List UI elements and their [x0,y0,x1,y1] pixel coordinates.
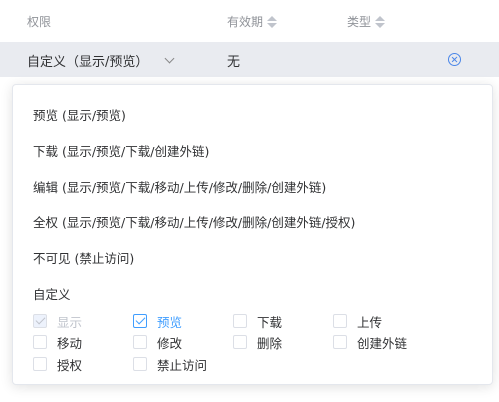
validity-value: 无 [227,55,241,70]
checkbox-no-access[interactable]: 禁止访问 [133,356,208,373]
checkbox-label: 显示 [57,314,83,330]
permission-select-value: 自定义（显示/预览） [27,55,149,70]
column-header-validity[interactable]: 有效期 [227,13,278,30]
option-download[interactable]: 下载 (显示/预览/下载/创建外链) [33,141,209,160]
checkbox-box[interactable] [333,314,347,328]
permission-table: 权限 有效期 类型 自定义（显示/预览） 无 预览 (显示/预览) 下载 (显示… [0,0,499,402]
checkbox-preview[interactable]: 预览 [133,313,183,330]
clear-circle-icon[interactable] [448,53,461,66]
table-row: 自定义（显示/预览） 无 [0,42,499,77]
checkbox-box[interactable] [233,335,247,349]
checkbox-modify[interactable]: 修改 [133,334,183,351]
custom-section-label: 自定义 [33,287,71,302]
checkbox-box[interactable] [233,314,247,328]
checkbox-label: 预览 [157,314,183,330]
column-header-label: 类型 [347,15,372,29]
checkbox-box[interactable] [133,335,147,349]
column-header-label: 权限 [27,15,52,29]
permission-dropdown: 预览 (显示/预览) 下载 (显示/预览/下载/创建外链) 编辑 (显示/预览/… [12,84,493,385]
checkbox-label: 下载 [257,314,283,330]
table-header: 权限 有效期 类型 [0,0,499,42]
option-invisible[interactable]: 不可见 (禁止访问) [33,248,134,267]
checkbox-label: 创建外链 [357,335,408,351]
option-full-access[interactable]: 全权 (显示/预览/下载/移动/上传/修改/删除/创建外链/授权) [33,212,355,231]
checkbox-label: 禁止访问 [157,357,208,373]
checkbox-box[interactable] [133,314,147,328]
option-edit[interactable]: 编辑 (显示/预览/下载/移动/上传/修改/删除/创建外链) [33,177,326,196]
sort-icon[interactable] [375,15,386,28]
column-header-type[interactable]: 类型 [347,13,386,30]
checkbox-move[interactable]: 移动 [33,334,83,351]
sort-icon[interactable] [267,15,278,28]
checkbox-label: 移动 [57,335,83,351]
checkbox-box[interactable] [133,357,147,371]
permission-select[interactable]: 自定义（显示/预览） [27,51,175,70]
checkbox-download[interactable]: 下载 [233,313,283,330]
checkbox-box[interactable] [33,357,47,371]
checkbox-box[interactable] [333,335,347,349]
checkbox-create-link[interactable]: 创建外链 [333,334,408,351]
checkbox-label: 上传 [357,314,383,330]
column-header-label: 有效期 [227,15,264,29]
checkbox-box[interactable] [33,335,47,349]
chevron-down-icon [164,53,175,64]
checkbox-upload[interactable]: 上传 [333,313,383,330]
checkbox-label: 删除 [257,335,283,351]
checkbox-label: 授权 [57,357,83,373]
option-preview[interactable]: 预览 (显示/预览) [33,105,126,124]
checkbox-delete[interactable]: 删除 [233,334,283,351]
column-header-permission: 权限 [27,13,51,30]
checkbox-show: 显示 [33,313,83,330]
checkbox-authorize[interactable]: 授权 [33,356,83,373]
checkbox-label: 修改 [157,335,183,351]
checkbox-box [33,314,47,328]
